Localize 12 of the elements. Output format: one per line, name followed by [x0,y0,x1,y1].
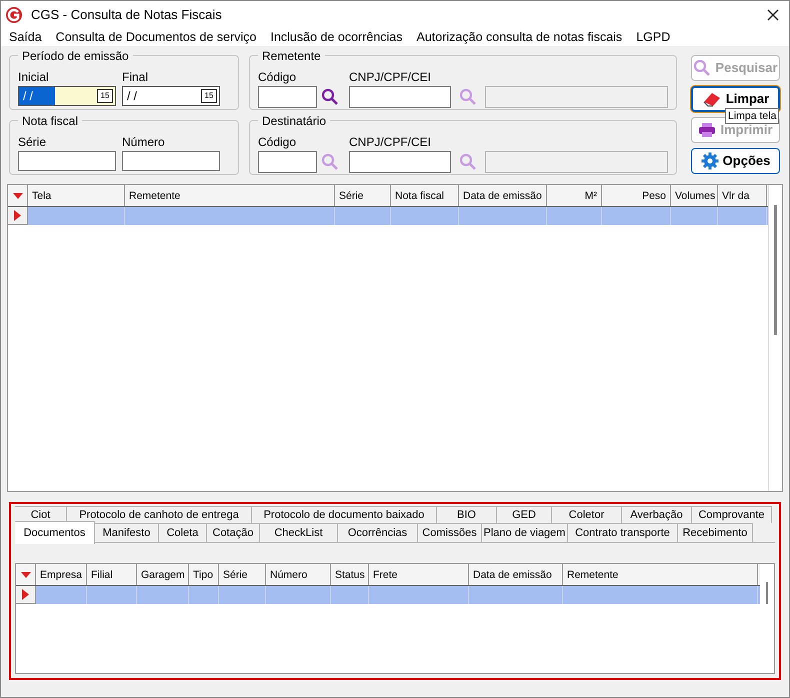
field-label: CNPJ/CPF/CEI [349,134,432,151]
field-label: Final [122,69,150,86]
field-label: Série [18,134,48,151]
field-label: Código [258,134,298,151]
date-value: / / [19,87,55,105]
date-value: / / [126,88,138,105]
field-label: Código [258,69,298,86]
tooltip: Limpa tela [725,108,780,124]
window-title: CGS - Consulta de Notas Fiscais [31,6,223,24]
field-label: CNPJ/CPF/CEI [349,69,432,86]
field-label: Número [122,134,166,151]
field-label: Inicial [18,69,50,86]
